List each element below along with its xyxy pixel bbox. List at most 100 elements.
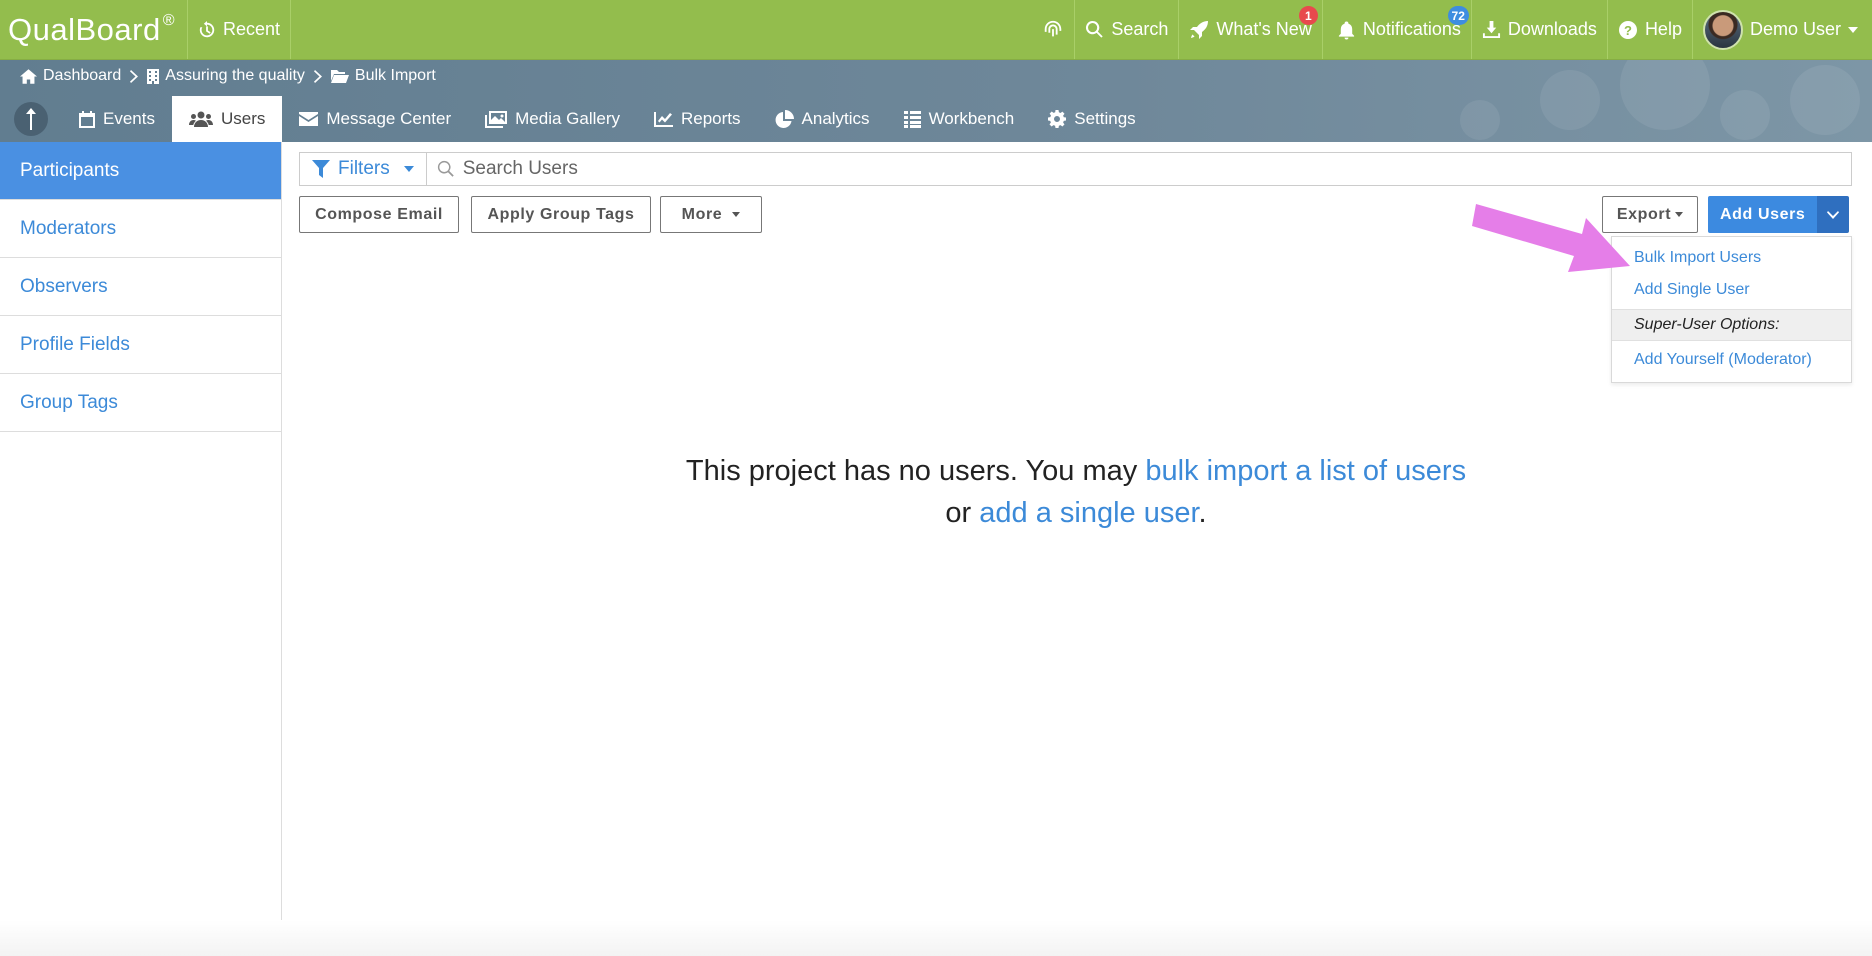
breadcrumb-current: Bulk Import [330, 67, 436, 85]
go-up-button[interactable] [14, 102, 48, 136]
sidebar-item-participants[interactable]: Participants [0, 142, 281, 200]
menu-item-add-single-user[interactable]: Add Single User [1634, 281, 1750, 299]
sidebar-item-profile-fields[interactable]: Profile Fields [0, 316, 281, 374]
chevron-down-icon [1848, 26, 1858, 33]
compose-email-button[interactable]: Compose Email [299, 196, 459, 233]
tab-settings-label: Settings [1074, 109, 1136, 128]
decorative-bubble [1540, 70, 1600, 130]
tab-reports[interactable]: Reports [637, 96, 758, 142]
qualboard-logo[interactable]: QualBoard ® [0, 0, 189, 59]
users-icon [188, 111, 213, 127]
tab-analytics[interactable]: Analytics [758, 96, 887, 142]
calendar-icon [79, 110, 95, 128]
menu-item-add-yourself[interactable]: Add Yourself (Moderator) [1634, 351, 1812, 369]
bell-icon [1338, 20, 1354, 39]
apply-group-tags-button[interactable]: Apply Group Tags [471, 196, 651, 233]
main-nav: Events Users Message Center Media Galler… [0, 96, 1153, 142]
sidebar-item-moderators[interactable]: Moderators [0, 200, 281, 258]
search-icon [437, 160, 454, 177]
logo-text: QualBoard [8, 11, 161, 47]
filters-label: Filters [338, 158, 390, 179]
logo-mark: ® [162, 11, 176, 29]
filter-icon [312, 160, 330, 178]
decorative-bubble [1620, 60, 1710, 130]
breadcrumb-current-label: Bulk Import [354, 67, 436, 84]
fingerprint-button[interactable] [1032, 0, 1076, 59]
filters-button[interactable]: Filters [300, 153, 427, 185]
caret-down-icon [732, 212, 741, 217]
caret-down-icon [1675, 212, 1684, 217]
whats-new-label: What's New [1216, 19, 1312, 39]
building-icon [147, 68, 160, 84]
breadcrumb-dashboard[interactable]: Dashboard [20, 67, 121, 85]
images-icon [485, 110, 508, 128]
whats-new-button[interactable]: What's New 1 [1179, 0, 1323, 59]
tab-users[interactable]: Users [171, 96, 283, 142]
tab-reports-label: Reports [681, 109, 741, 128]
tab-message-center-label: Message Center [326, 109, 452, 128]
empty-state-prefix: This project has no users. You may [685, 455, 1146, 487]
recent-button[interactable]: Recent [188, 0, 292, 59]
tab-media-gallery[interactable]: Media Gallery [468, 96, 637, 142]
level-up-icon [26, 108, 36, 130]
breadcrumb-dashboard-label: Dashboard [43, 67, 122, 84]
rocket-icon [1190, 20, 1209, 39]
downloads-label: Downloads [1507, 19, 1597, 39]
empty-state-suffix: . [1198, 497, 1207, 529]
help-icon: ? [1618, 20, 1637, 39]
caret-down-icon [403, 166, 414, 172]
list-icon [903, 110, 921, 128]
add-users-menu: Bulk Import Users Add Single User Super-… [1611, 236, 1852, 383]
decorative-bubble [1460, 100, 1500, 140]
search-bar: Filters [299, 152, 1852, 186]
add-users-dropdown-toggle[interactable] [1817, 196, 1850, 233]
help-button[interactable]: ? Help [1608, 0, 1693, 59]
page-bottom-shade [0, 920, 1872, 956]
add-users-button[interactable]: Add Users [1708, 196, 1818, 233]
tab-settings[interactable]: Settings [1031, 96, 1152, 142]
home-icon [20, 68, 37, 84]
tab-users-label: Users [220, 109, 266, 128]
line-chart-icon [654, 111, 673, 127]
search-nav-button[interactable]: Search [1075, 0, 1180, 59]
search-icon [1086, 20, 1103, 38]
user-menu[interactable]: Demo User [1693, 0, 1872, 59]
tab-workbench[interactable]: Workbench [887, 96, 1032, 142]
empty-state-middle: or [945, 497, 980, 529]
envelope-icon [299, 112, 319, 126]
breadcrumb-project[interactable]: Assuring the quality [147, 67, 305, 85]
tab-events-label: Events [103, 109, 155, 128]
download-icon [1482, 20, 1500, 39]
pie-chart-icon [775, 109, 794, 128]
more-dropdown-button[interactable]: More [660, 196, 762, 233]
folder-open-icon [330, 70, 349, 83]
super-user-options-header: Super-User Options: [1612, 309, 1851, 341]
annotation-arrow-icon [1472, 204, 1630, 272]
add-users-label: Add Users [1720, 205, 1806, 223]
whats-new-badge: 1 [1298, 6, 1318, 25]
empty-state-message: This project has no users. You may bulk … [290, 450, 1862, 534]
menu-item-bulk-import[interactable]: Bulk Import Users [1634, 249, 1761, 267]
history-icon [199, 20, 215, 37]
decorative-bubble [1720, 90, 1770, 140]
bulk-import-link[interactable]: bulk import a list of users [1145, 455, 1466, 487]
sidebar-item-observers[interactable]: Observers [0, 258, 281, 316]
search-nav-label: Search [1111, 19, 1169, 39]
breadcrumb-project-label: Assuring the quality [165, 67, 305, 84]
sidebar-item-group-tags[interactable]: Group Tags [0, 374, 281, 432]
help-label: Help [1644, 19, 1682, 39]
tab-events[interactable]: Events [62, 96, 172, 142]
breadcrumb: Dashboard Assuring the quality Bulk Impo… [20, 67, 436, 85]
empty-state-line-2: or add a single user. [290, 492, 1862, 534]
gear-icon [1048, 110, 1067, 128]
sub-header: Dashboard Assuring the quality Bulk Impo… [0, 60, 1872, 142]
top-bar: QualBoard ® Recent Search What's New 1 No… [0, 0, 1872, 60]
downloads-button[interactable]: Downloads [1472, 0, 1608, 59]
empty-state-line-1: This project has no users. You may bulk … [290, 450, 1862, 492]
search-users-input[interactable] [462, 158, 1851, 180]
add-single-user-link[interactable]: add a single user [979, 497, 1198, 529]
tab-message-center[interactable]: Message Center [282, 96, 468, 142]
user-name: Demo User [1749, 19, 1841, 39]
recent-label: Recent [223, 19, 281, 39]
notifications-button[interactable]: Notifications 72 [1323, 0, 1472, 59]
